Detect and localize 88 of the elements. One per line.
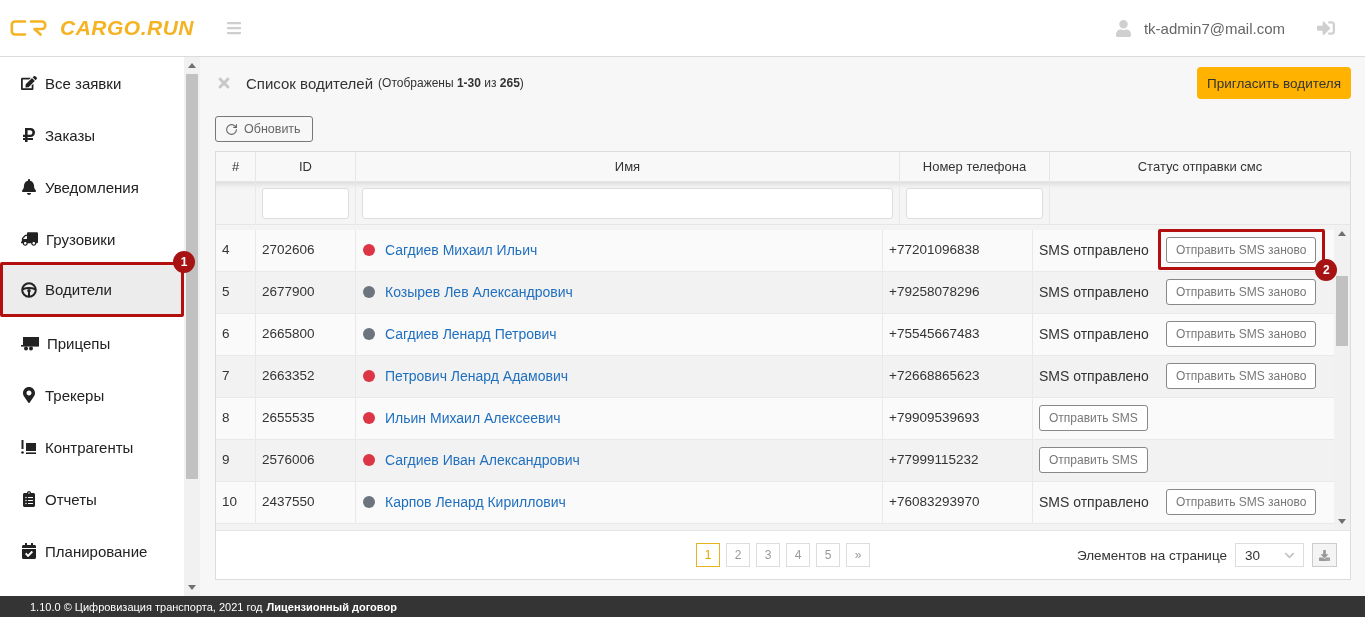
ruble-icon bbox=[21, 127, 37, 143]
scrollbar-thumb[interactable] bbox=[1336, 276, 1348, 346]
driver-link[interactable]: Сагдиев Иван Александрович bbox=[385, 451, 580, 468]
driver-link[interactable]: Козырев Лев Александрович bbox=[385, 283, 573, 300]
trailer-icon bbox=[21, 335, 39, 351]
driver-link[interactable]: Карпов Ленард Кириллович bbox=[385, 493, 566, 510]
clipboard-icon bbox=[21, 491, 37, 507]
table-cell: 2702606 bbox=[256, 230, 356, 271]
scroll-up-icon[interactable] bbox=[1338, 231, 1346, 236]
table-cell: +76083293970 bbox=[883, 482, 1033, 523]
table-cell: 4 bbox=[216, 230, 256, 271]
page-title: Список водителей bbox=[246, 74, 374, 92]
per-page-label: Элементов на странице bbox=[1076, 547, 1227, 563]
footer-text: 1.10.0 © Цифровизация транспорта, 2021 год bbox=[30, 600, 263, 613]
table-cell: +79909539693 bbox=[883, 398, 1033, 439]
table-cell: +75545667483 bbox=[883, 314, 1033, 355]
page-subtitle: (Отображены 1-30 из 265) bbox=[378, 76, 524, 90]
table-cell: 2437550 bbox=[256, 482, 356, 523]
table-cell: +77999115232 bbox=[883, 440, 1033, 481]
table-cell: 8 bbox=[216, 398, 256, 439]
table-cell: +79258078296 bbox=[883, 272, 1033, 313]
page-button[interactable]: 2 bbox=[726, 543, 750, 567]
table-cell: 2663352 bbox=[256, 356, 356, 397]
column-header: # bbox=[216, 152, 256, 181]
send-sms-button[interactable]: Отправить SMS заново bbox=[1165, 320, 1317, 347]
send-sms-button[interactable]: Отправить SMS заново bbox=[1165, 488, 1317, 515]
calendar-check-icon bbox=[21, 543, 37, 559]
sms-status: SMS отправлено bbox=[1039, 241, 1149, 258]
table-cell: 2655535 bbox=[256, 398, 356, 439]
per-page-select[interactable]: 30 bbox=[1235, 543, 1304, 567]
table-cell: 2576006 bbox=[256, 440, 356, 481]
refresh-button[interactable]: Обновить bbox=[215, 116, 313, 142]
sms-status: SMS отправлено bbox=[1039, 367, 1149, 384]
user-email: tk-admin7@mail.com bbox=[1143, 19, 1285, 37]
send-sms-button[interactable]: Отправить SMS заново bbox=[1165, 236, 1317, 263]
table-cell: 9 bbox=[216, 440, 256, 481]
logo-icon bbox=[10, 19, 48, 37]
sms-status: SMS отправлено bbox=[1039, 493, 1149, 510]
column-header: Статус отправки смс bbox=[1136, 158, 1264, 176]
sms-status: SMS отправлено bbox=[1039, 283, 1149, 300]
menu-icon[interactable] bbox=[226, 20, 242, 36]
close-icon[interactable] bbox=[216, 75, 232, 91]
contractor-icon bbox=[21, 439, 37, 455]
bell-icon bbox=[21, 179, 37, 195]
steering-wheel-icon bbox=[21, 281, 37, 298]
send-sms-button[interactable]: Отправить SMS заново bbox=[1165, 362, 1317, 389]
column-header: Имя bbox=[356, 152, 900, 181]
column-header: ID bbox=[256, 152, 356, 181]
license-link[interactable]: Лицензионный договор bbox=[266, 600, 397, 613]
sidebar-item[interactable]: Водители bbox=[3, 265, 181, 314]
table-cell: +72668865623 bbox=[883, 356, 1033, 397]
driver-link[interactable]: Ильин Михаил Алексеевич bbox=[385, 409, 561, 426]
driver-link[interactable]: Сагдиев Ленард Петрович bbox=[385, 325, 557, 342]
truck-icon bbox=[21, 231, 38, 247]
callout-badge: 2 bbox=[1315, 258, 1338, 281]
page-button[interactable]: » bbox=[846, 543, 870, 567]
table-cell: +77201096838 bbox=[883, 230, 1033, 271]
table-cell: 5 bbox=[216, 272, 256, 313]
filter-field[interactable] bbox=[362, 187, 893, 219]
table-cell: 2677900 bbox=[256, 272, 356, 313]
driver-link[interactable]: Сагдиев Михаил Ильич bbox=[385, 241, 538, 258]
table-cell: 10 bbox=[216, 482, 256, 523]
driver-link[interactable]: Петрович Ленард Адамович bbox=[385, 367, 569, 384]
sms-status: SMS отправлено bbox=[1039, 325, 1149, 342]
arrow-into-box-icon[interactable] bbox=[1317, 19, 1335, 37]
table-cell: 2665800 bbox=[256, 314, 356, 355]
column-header: Номер телефона bbox=[900, 152, 1050, 181]
table-cell: 6 bbox=[216, 314, 256, 355]
send-sms-button[interactable]: Отправить SMS заново bbox=[1165, 278, 1317, 305]
user-icon bbox=[1114, 19, 1132, 37]
filter-field[interactable] bbox=[262, 187, 349, 219]
send-sms-button[interactable]: Отправить SMS bbox=[1039, 404, 1148, 431]
scrollbar-thumb[interactable] bbox=[186, 74, 198, 479]
scroll-down-icon[interactable] bbox=[188, 585, 196, 590]
download-button[interactable] bbox=[1312, 543, 1337, 567]
refresh-icon bbox=[225, 122, 238, 136]
send-sms-button[interactable]: Отправить SMS bbox=[1039, 446, 1148, 473]
scroll-down-icon[interactable] bbox=[1338, 519, 1346, 524]
invite-button[interactable]: Пригласить водителя bbox=[1197, 67, 1351, 99]
scroll-up-icon[interactable] bbox=[188, 63, 196, 68]
page-button[interactable]: 4 bbox=[786, 543, 810, 567]
filter-field[interactable] bbox=[906, 187, 1043, 219]
download-icon bbox=[1319, 549, 1330, 561]
page-button[interactable]: 5 bbox=[816, 543, 840, 567]
logo-text: CARGO.RUN bbox=[60, 16, 194, 40]
map-pin-icon bbox=[21, 387, 37, 403]
table-cell: 7 bbox=[216, 356, 256, 397]
page-button[interactable]: 3 bbox=[756, 543, 780, 567]
